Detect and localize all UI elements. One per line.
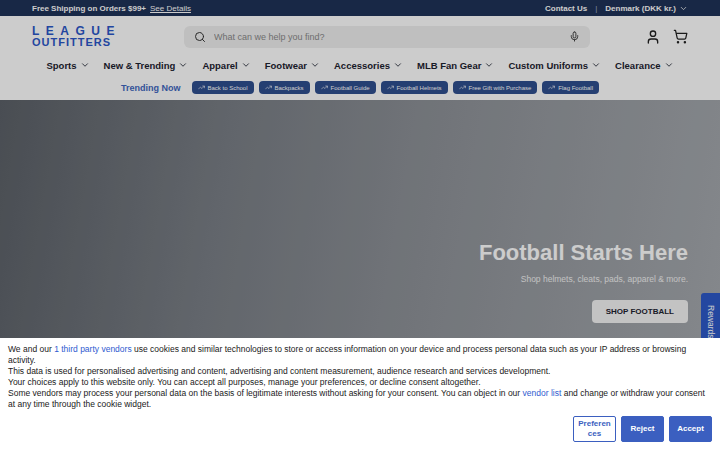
cookie-buttons: PreferencesRejectAccept bbox=[8, 416, 712, 442]
page: Free Shipping on Orders $99+See DetailsC… bbox=[0, 0, 720, 450]
cookie-button[interactable]: Reject bbox=[621, 416, 664, 442]
cookie-button[interactable]: Preferences bbox=[573, 416, 616, 442]
cookie-paragraph: Your choices apply to this website only.… bbox=[8, 377, 712, 388]
cookie-text-segment: Your choices apply to this website only.… bbox=[8, 377, 481, 387]
cookie-text-segment: This data is used for personalised adver… bbox=[8, 366, 550, 376]
cookie-text-segment: Some vendors may process your personal d… bbox=[8, 388, 523, 398]
cookie-text: We and our 1 third party vendors use coo… bbox=[8, 344, 712, 410]
cookie-paragraph: We and our 1 third party vendors use coo… bbox=[8, 344, 712, 366]
cookie-button[interactable]: Accept bbox=[669, 416, 712, 442]
cookie-banner: We and our 1 third party vendors use coo… bbox=[0, 338, 720, 450]
cookie-text-segment: We and our bbox=[8, 344, 54, 354]
cookie-link[interactable]: 1 third party vendors bbox=[54, 344, 131, 354]
cookie-paragraph: Some vendors may process your personal d… bbox=[8, 388, 712, 410]
cookie-link[interactable]: vendor list bbox=[523, 388, 562, 398]
cookie-paragraph: This data is used for personalised adver… bbox=[8, 366, 712, 377]
